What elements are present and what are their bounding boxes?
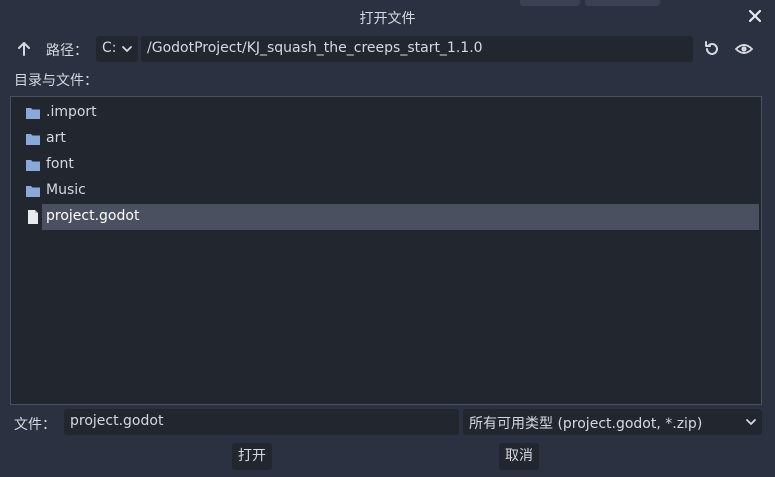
- item-name: .import: [46, 104, 97, 120]
- open-file-dialog: 打开文件 路径： C: /GodotProject/KJ_squash_the_…: [0, 0, 775, 477]
- file-label: 文件：: [14, 417, 56, 433]
- folder-icon: [26, 108, 40, 119]
- drive-value: C:: [102, 40, 117, 56]
- path-input[interactable]: /GodotProject/KJ_squash_the_creeps_start…: [141, 36, 693, 62]
- item-name: Music: [46, 182, 86, 198]
- list-item-font[interactable]: font: [25, 153, 759, 177]
- file-icon: [28, 210, 38, 224]
- path-label: 路径：: [46, 43, 88, 59]
- folder-icon: [26, 186, 40, 197]
- file-type-filter-select[interactable]: 所有可用类型 (project.godot, *.zip): [463, 409, 762, 435]
- dialog-title: 打开文件: [359, 11, 416, 27]
- eye-icon: [734, 44, 754, 54]
- cancel-button[interactable]: 取消: [499, 443, 539, 470]
- folder-icon: [26, 134, 40, 145]
- chevron-down-icon: [746, 419, 756, 425]
- open-button[interactable]: 打开: [232, 443, 272, 470]
- drive-select[interactable]: C:: [96, 36, 138, 62]
- list-item-music[interactable]: Music: [25, 179, 759, 203]
- file-list[interactable]: .import art font Music project.godot: [10, 96, 762, 405]
- directory-label: 目录与文件：: [14, 73, 98, 89]
- filter-value: 所有可用类型 (project.godot, *.zip): [469, 416, 703, 432]
- selection-highlight: [42, 204, 759, 230]
- folder-icon: [26, 160, 40, 171]
- item-name: project.godot: [46, 208, 140, 224]
- refresh-icon: [705, 41, 718, 55]
- path-row: 路径： C: /GodotProject/KJ_squash_the_creep…: [0, 36, 775, 62]
- arrow-up-icon: [18, 42, 30, 56]
- close-icon: [748, 9, 762, 23]
- item-name: art: [46, 130, 66, 146]
- go-up-button[interactable]: [14, 39, 34, 59]
- list-item-art[interactable]: art: [25, 127, 759, 151]
- close-button[interactable]: [745, 6, 765, 26]
- toggle-hidden-button[interactable]: [734, 39, 754, 59]
- refresh-button[interactable]: [702, 39, 722, 59]
- item-name: font: [46, 156, 74, 172]
- chevron-down-icon: [122, 46, 132, 52]
- title-bar: 打开文件: [0, 0, 775, 34]
- filename-input[interactable]: project.godot: [64, 409, 459, 435]
- list-item-project-godot[interactable]: project.godot: [25, 204, 759, 230]
- list-item-import[interactable]: .import: [25, 101, 759, 125]
